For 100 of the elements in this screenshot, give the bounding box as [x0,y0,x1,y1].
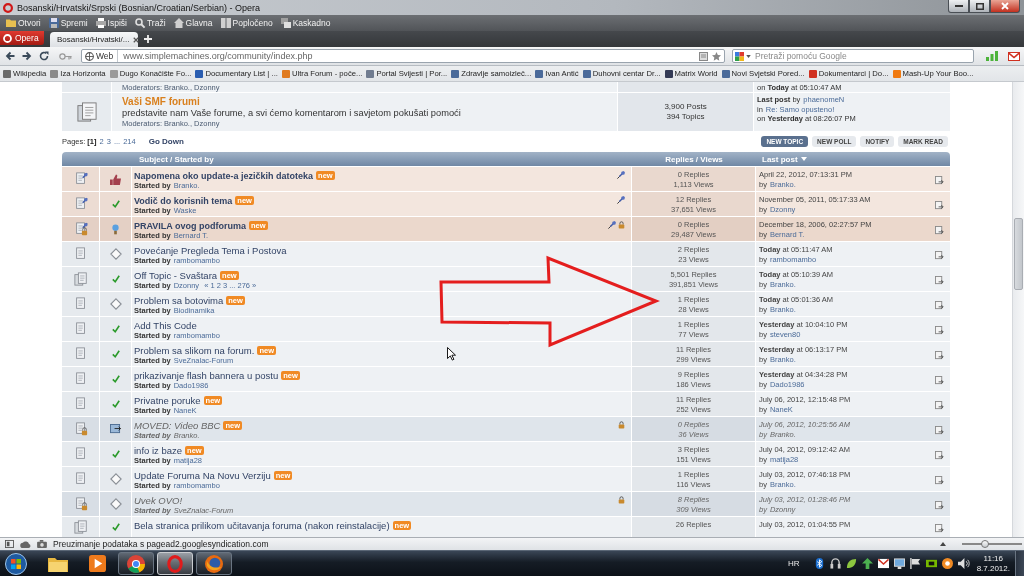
topic-link[interactable]: Privatne poruke [134,395,201,406]
minimize-icon [954,5,963,7]
folder-icon [48,555,68,572]
taskbar-button[interactable] [157,552,193,575]
document-arrow-icon[interactable] [935,376,944,385]
cloud-icon[interactable] [20,540,31,548]
close-button[interactable] [990,0,1020,13]
speaker-icon[interactable] [957,558,969,569]
toolbar-button[interactable]: Glavna [170,16,216,30]
board-description: predstavite nam Vaše forume, a svi ćemo komentarom i savjetom pokušati pomoći [122,108,461,119]
toolbar-button[interactable]: Ispiši [92,16,130,30]
document-arrow-icon[interactable] [935,201,944,210]
caret-up-icon[interactable] [940,542,946,546]
plus-icon[interactable] [144,35,152,43]
thumbs-up-icon [110,173,121,185]
diamond-icon [109,473,122,485]
lightbulb-icon [112,223,119,235]
menu-button[interactable]: Opera [0,31,44,45]
toolbar-button[interactable]: Kaskadno [277,16,334,30]
document-arrow-icon[interactable] [935,251,944,260]
star-icon[interactable] [712,51,721,61]
document-arrow-icon[interactable] [935,524,944,533]
taskbar-button[interactable] [196,552,232,575]
toolbar-button[interactable]: Popločeno [217,16,276,30]
search-icon [135,18,145,28]
topic-link[interactable]: info iz baze [134,445,183,456]
topic-link[interactable]: Napomena oko update-a jezičkih datoteka [134,170,314,181]
topic-link[interactable]: Uvek OVO! [134,495,183,506]
forward-icon[interactable] [22,51,32,61]
topic-link[interactable]: prikazivanje flash bannera u postu [134,370,279,381]
scrollbar-thumb[interactable] [1014,218,1023,290]
slider-thumb[interactable] [980,540,989,548]
sort-caret-icon [800,157,807,161]
house-icon [173,18,184,28]
panel-toggle-icon[interactable] [5,540,14,548]
address-field[interactable]: Web www.simplemachines.org/community/index.php [81,49,725,63]
maximize-button[interactable] [969,0,990,13]
toolbar-button[interactable]: Traži [132,16,169,30]
document-arrow-icon[interactable] [935,476,944,485]
topic-link[interactable]: Add This Code [134,320,197,331]
globe-icon [85,51,94,61]
monitor-icon[interactable] [893,558,905,569]
topic-link[interactable]: Bela stranica prilikom učitavanja foruma (nakon reinstalacije) [134,520,390,531]
documents-icon[interactable] [76,102,97,122]
topic-link[interactable]: Povećanje Pregleda Tema i Postova [134,245,287,256]
camera-icon[interactable] [37,540,47,548]
page-icon[interactable] [699,51,708,61]
board-stat: 3,900 Posts [664,102,707,112]
back-icon[interactable] [5,51,15,61]
document-arrow-icon[interactable] [935,426,944,435]
clock-time[interactable]: 11:16 [983,553,1004,564]
scrollbar[interactable] [1012,82,1024,537]
document-arrow-icon[interactable] [935,301,944,310]
chip-icon[interactable] [925,558,937,569]
cursor-icon [447,347,456,361]
globe-icon [205,554,223,573]
document-arrow-icon[interactable] [935,276,944,285]
taskbar-button[interactable] [118,552,154,575]
bluetooth-icon[interactable] [813,558,825,569]
headset-icon[interactable] [829,558,841,569]
topic-link[interactable]: Problem sa botovima [134,295,224,306]
document-arrow-icon[interactable] [935,326,944,335]
document-arrow-icon[interactable] [935,176,944,185]
document-arrow-icon[interactable] [935,451,944,460]
topic-link[interactable]: PRAVILA ovog podforuma [134,220,246,231]
leaf-icon[interactable] [845,558,857,569]
check-icon [111,350,120,358]
topic-link[interactable]: Off Topic - Svaštara [134,270,218,281]
flag-icon[interactable] [909,558,921,569]
show-desktop-button[interactable] [1015,551,1024,576]
topic-link[interactable]: MOVED: Video BBC [134,420,221,431]
mail-icon[interactable] [877,558,889,569]
document-arrow-icon[interactable] [935,226,944,235]
document-arrow-icon[interactable] [935,501,944,510]
caret-icon[interactable] [746,54,751,58]
close-icon[interactable] [133,36,140,43]
reload-icon[interactable] [39,51,49,61]
clock-date[interactable]: 8.7.2012. [976,563,1010,574]
topic-link[interactable]: Problem sa slikom na forum. [134,345,255,356]
diamond-icon [109,248,122,260]
topic-link[interactable]: Update Foruma Na Novu Verziju [134,470,271,481]
document-arrow-icon[interactable] [935,351,944,360]
moved-document-icon [110,424,121,434]
folder-icon [6,18,16,28]
minimize-button[interactable] [948,0,969,13]
go-down-link[interactable]: Go Down [148,137,184,146]
close-icon [1001,2,1009,10]
topic-link[interactable]: Vodič do korisnih tema [134,195,233,206]
language-indicator[interactable]: HR [788,559,800,568]
site-info-button[interactable]: Web [82,50,119,62]
search-engine-icon[interactable] [735,51,744,61]
up-arrow-icon[interactable] [861,558,873,569]
tab[interactable]: Bosanski/Hrvatski/... [50,32,138,47]
disc-icon[interactable] [941,558,953,569]
start-orb-icon[interactable] [5,552,27,575]
toolbar-button[interactable]: Otvori [3,16,44,30]
search-field[interactable]: Pretraži pomoću Google [732,49,974,63]
toolbar-button[interactable]: Spremi [45,16,91,30]
document-arrow-icon[interactable] [935,401,944,410]
window-title: Bosanski/Hrvatski/Srpski (Bosnian/Croatian/Serbian) - Opera [17,2,261,13]
